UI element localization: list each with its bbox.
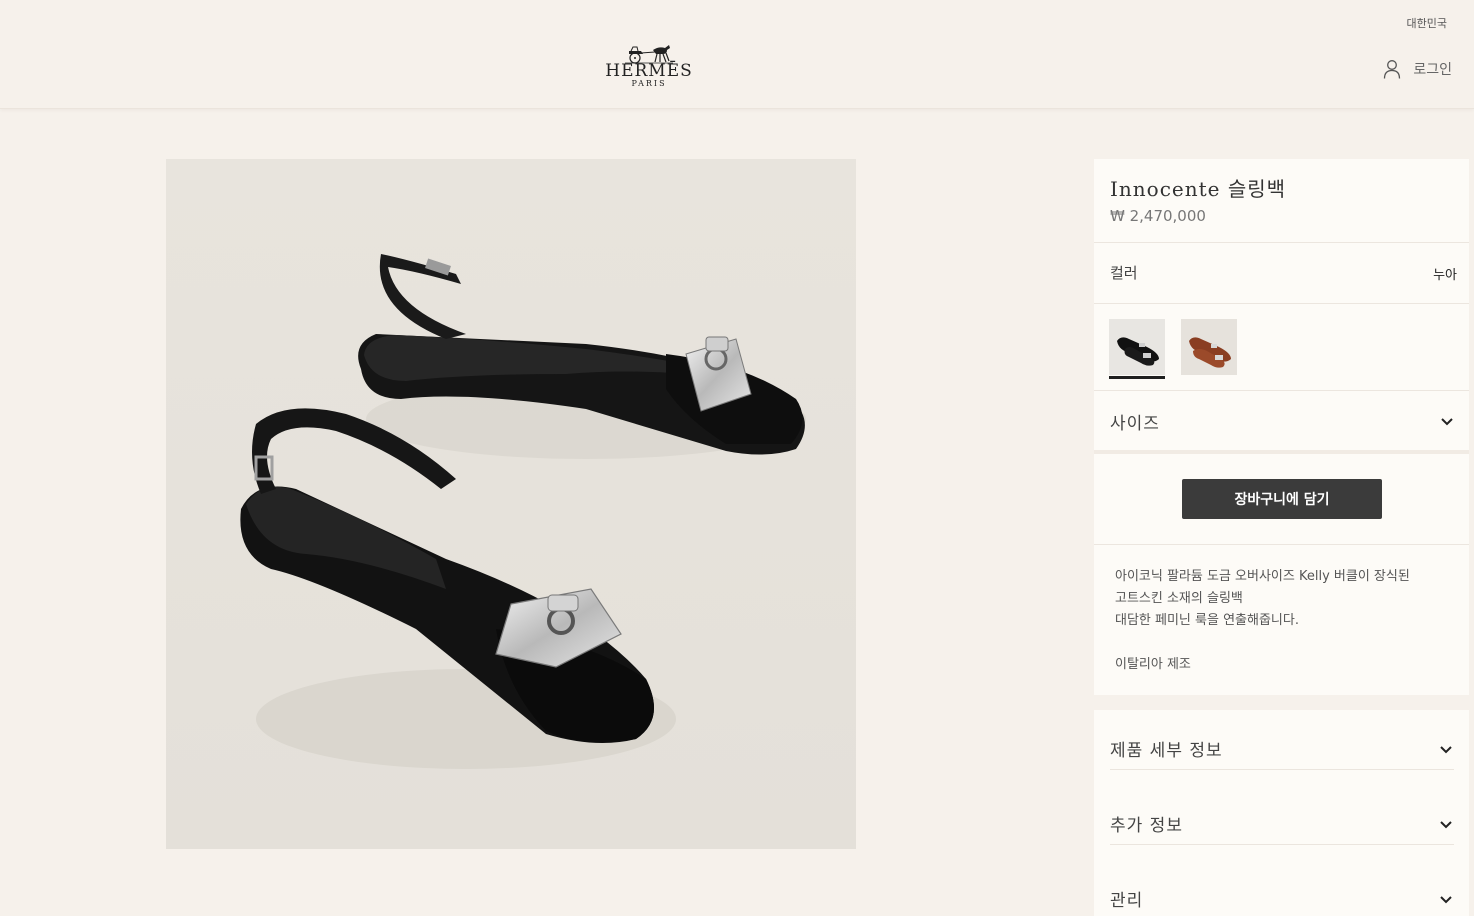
product-description: 아이코닉 팔라듐 도금 오버사이즈 Kelly 버클이 장식된 고트스킨 소재의…: [1115, 566, 1463, 676]
product-image[interactable]: [166, 159, 856, 849]
add-to-cart-button[interactable]: 장바구니에 담기: [1182, 479, 1382, 519]
divider: [1094, 303, 1469, 304]
swatch-black[interactable]: [1109, 319, 1165, 375]
brown-shoe-thumbnail-icon: [1189, 337, 1231, 368]
color-value: 누아: [1433, 268, 1457, 283]
product-price: ₩ 2,470,000: [1110, 207, 1206, 225]
description-line: 대담한 페미닌 룩을 연출해줍니다.: [1115, 613, 1299, 628]
chevron-down-icon: [1441, 418, 1453, 426]
region-selector[interactable]: 대한민국: [1407, 15, 1447, 31]
accordion-care[interactable]: 관리: [1110, 886, 1454, 916]
description-line: 고트스킨 소재의 슬링백: [1115, 591, 1243, 606]
accordion-additional-label: 추가 정보: [1110, 816, 1183, 836]
size-label: 사이즈: [1110, 414, 1160, 434]
accordion-details-label: 제품 세부 정보: [1110, 741, 1223, 761]
chevron-down-icon: [1440, 821, 1452, 829]
black-shoe-thumbnail-icon: [1117, 337, 1159, 366]
section-separator: [1094, 450, 1469, 454]
divider: [1094, 544, 1469, 545]
site-header: 대한민국 HERMĒS PARIS 로그인: [0, 0, 1474, 109]
login-label: 로그인: [1413, 62, 1452, 78]
chevron-down-icon: [1440, 896, 1452, 904]
description-line: 아이코닉 팔라듐 도금 오버사이즈 Kelly 버클이 장식된: [1115, 569, 1410, 584]
divider: [1110, 769, 1454, 770]
product-accordion: 제품 세부 정보 추가 정보 관리: [1094, 710, 1469, 916]
accordion-details[interactable]: 제품 세부 정보: [1110, 736, 1454, 766]
product-title: Innocente 슬링백: [1110, 177, 1287, 201]
color-label: 컬러: [1110, 264, 1138, 282]
login-button[interactable]: 로그인: [1383, 58, 1452, 80]
selected-swatch-indicator: [1109, 376, 1165, 379]
made-in-text: 이탈리아 제조: [1115, 657, 1191, 672]
chevron-down-icon: [1440, 746, 1452, 754]
slingback-shoes-illustration: [240, 254, 806, 769]
swatch-brown[interactable]: [1181, 319, 1237, 375]
size-selector[interactable]: 사이즈: [1094, 391, 1469, 451]
user-icon: [1384, 60, 1401, 79]
divider: [1110, 844, 1454, 845]
divider: [1094, 242, 1469, 243]
logo-wordmark: HERMĒS: [605, 61, 693, 81]
product-info-panel: Innocente 슬링백 ₩ 2,470,000 컬러 누아 사이즈 장바구니…: [1094, 159, 1469, 695]
accordion-additional[interactable]: 추가 정보: [1110, 811, 1454, 841]
accordion-care-label: 관리: [1110, 891, 1144, 911]
hermes-logo[interactable]: HERMĒS PARIS: [602, 42, 696, 96]
